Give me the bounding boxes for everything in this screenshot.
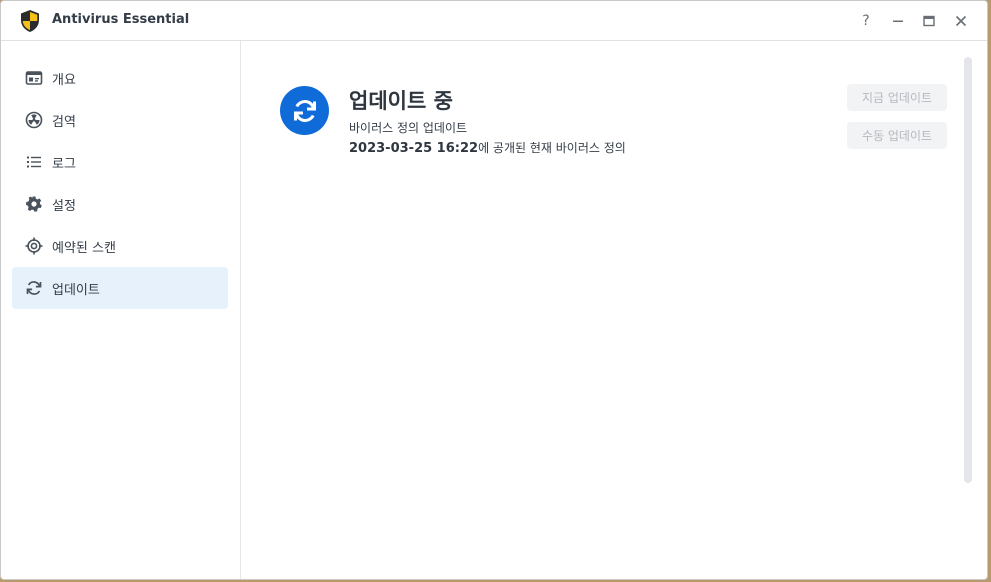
close-button[interactable] <box>951 11 971 31</box>
gear-icon <box>26 196 42 212</box>
radiation-icon <box>25 111 43 129</box>
shield-logo-icon <box>21 10 39 32</box>
sidebar-item-label: 검역 <box>52 115 76 130</box>
minimize-icon <box>893 20 903 22</box>
target-icon <box>25 237 43 255</box>
status-subtitle: 바이러스 정의 업데이트 <box>349 121 468 135</box>
maximize-button[interactable] <box>919 11 939 31</box>
maximize-icon <box>923 15 935 27</box>
definition-date: 2023-03-25 16:22 <box>349 141 479 156</box>
sidebar-item-label: 로그 <box>52 157 76 172</box>
help-button[interactable]: ? <box>856 11 876 31</box>
overview-card-icon <box>25 71 43 85</box>
update-status-badge <box>280 86 329 135</box>
sidebar-item-label: 예약된 스캔 <box>52 241 116 256</box>
app-title: Antivirus Essential <box>52 12 190 27</box>
definition-suffix: 에 공개된 현재 바이러스 정의 <box>478 141 626 155</box>
definition-info: 2023-03-25 16:22에 공개된 현재 바이러스 정의 <box>349 139 626 156</box>
minimize-button[interactable] <box>888 11 908 31</box>
scrollbar[interactable] <box>964 57 972 483</box>
refresh-icon <box>293 99 316 122</box>
list-icon <box>27 156 41 168</box>
refresh-icon <box>26 281 42 295</box>
sidebar-item-logs[interactable]: 로그 <box>12 141 228 183</box>
sidebar-item-overview[interactable]: 개요 <box>12 57 228 99</box>
sidebar-item-label: 설정 <box>52 199 76 214</box>
update-now-button[interactable]: 지금 업데이트 <box>847 84 947 111</box>
sidebar-item-update[interactable]: 업데이트 <box>12 267 228 309</box>
sidebar-item-label: 업데이트 <box>52 283 100 298</box>
close-icon <box>955 15 967 27</box>
main-content: 업데이트 중 바이러스 정의 업데이트 2023-03-25 16:22에 공개… <box>241 41 987 579</box>
app-window: Antivirus Essential ? 개요 검역 로그 설정 예약된 스캔… <box>0 0 988 580</box>
sidebar-item-label: 개요 <box>52 73 76 88</box>
sidebar-item-quarantine[interactable]: 검역 <box>12 99 228 141</box>
sidebar: 개요 검역 로그 설정 예약된 스캔 업데이트 <box>1 41 241 579</box>
title-bar: Antivirus Essential ? <box>1 1 987 41</box>
sidebar-item-scheduled-scan[interactable]: 예약된 스캔 <box>12 225 228 267</box>
page-title: 업데이트 중 <box>349 89 453 113</box>
sidebar-item-settings[interactable]: 설정 <box>12 183 228 225</box>
manual-update-button[interactable]: 수동 업데이트 <box>847 122 947 149</box>
